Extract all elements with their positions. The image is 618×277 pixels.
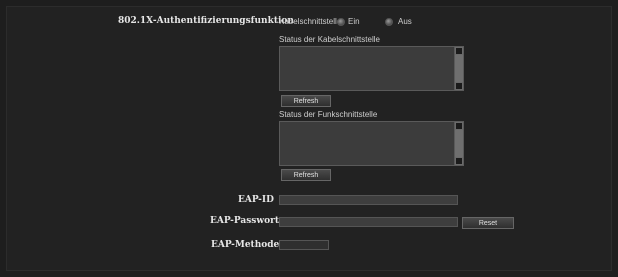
- wired-interface-label: Kabelschnittstelle: [279, 17, 342, 26]
- eap-id-input[interactable]: [279, 195, 458, 205]
- wired-refresh-button[interactable]: Refresh: [281, 95, 331, 107]
- eap-id-label: EAP-ID: [238, 195, 274, 205]
- wireless-status-textarea[interactable]: [279, 121, 464, 166]
- wired-status-scrollbar[interactable]: [454, 47, 463, 90]
- eap-password-label: EAP-Passwort: [210, 216, 279, 226]
- reset-button[interactable]: Reset: [462, 217, 514, 229]
- wired-status-textarea[interactable]: [279, 46, 464, 91]
- scroll-up-icon[interactable]: [455, 122, 463, 130]
- eap-method-select[interactable]: [279, 240, 329, 250]
- radio-on[interactable]: [337, 18, 345, 26]
- wireless-status-label: Status der Funkschnittstelle: [279, 110, 378, 119]
- scroll-thumb[interactable]: [455, 130, 463, 157]
- radio-off-label: Aus: [398, 17, 412, 26]
- auth-function-label: 802.1X-Authentifizierungsfunktion: [118, 16, 294, 26]
- wireless-status-scrollbar[interactable]: [454, 122, 463, 165]
- scroll-up-icon[interactable]: [455, 47, 463, 55]
- wireless-refresh-button[interactable]: Refresh: [281, 169, 331, 181]
- wired-status-label: Status der Kabelschnittstelle: [279, 35, 380, 44]
- scroll-thumb[interactable]: [455, 55, 463, 82]
- radio-off[interactable]: [385, 18, 393, 26]
- radio-on-label: Ein: [348, 17, 360, 26]
- scroll-down-icon[interactable]: [455, 82, 463, 90]
- eap-method-label: EAP-Methode: [211, 240, 280, 250]
- eap-password-input[interactable]: [279, 217, 458, 227]
- scroll-down-icon[interactable]: [455, 157, 463, 165]
